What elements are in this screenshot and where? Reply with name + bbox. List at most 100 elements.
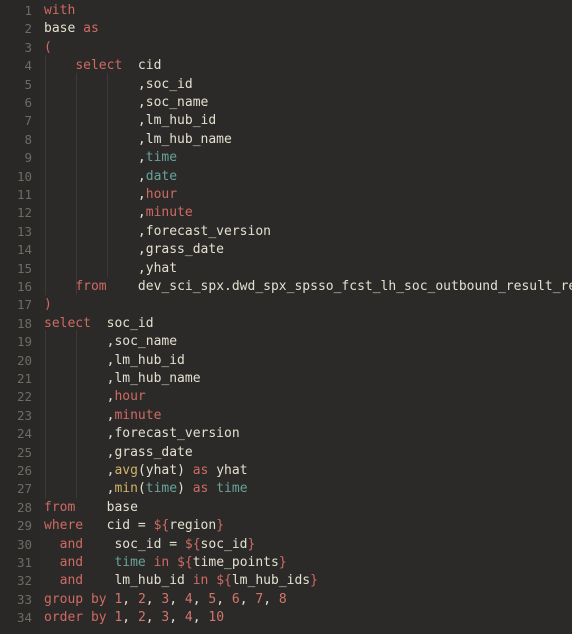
code-line[interactable]: ) (44, 296, 52, 314)
code-token: where (44, 518, 84, 534)
code-token: , (169, 591, 185, 607)
code-token: } (310, 573, 318, 589)
code-token: soc_id = (83, 536, 185, 552)
code-token: ,soc_id (44, 76, 193, 92)
code-token: , (145, 610, 162, 626)
code-line[interactable]: ,hour (44, 186, 177, 204)
code-token: ,soc_name (44, 95, 209, 110)
code-line[interactable]: ,minute (44, 204, 193, 222)
code-token: ,forecast_version (44, 223, 271, 239)
code-token: region (169, 518, 217, 534)
code-token: in (153, 555, 170, 570)
code-token: ${ (153, 518, 170, 534)
code-token: ,yhat (44, 260, 178, 276)
code-token: from (75, 279, 107, 294)
code-token: soc_id (200, 536, 248, 552)
code-token: } (216, 518, 225, 534)
code-line[interactable]: ,grass_date (44, 444, 193, 462)
code-token: base (44, 21, 84, 37)
code-line[interactable]: ,hour (44, 388, 146, 406)
code-token: lm_hub_ids (231, 573, 311, 589)
code-token: ) (177, 481, 193, 497)
code-line[interactable]: ,min(time) as time (44, 480, 248, 498)
code-token: 8 (278, 591, 287, 607)
code-token: in (192, 573, 209, 589)
code-line[interactable]: ,forecast_version (44, 223, 271, 241)
code-token: time (216, 481, 248, 497)
code-token: , (192, 591, 209, 607)
code-line[interactable]: from base (44, 499, 138, 517)
code-line[interactable]: ,soc_name (44, 94, 208, 112)
code-token: from (44, 499, 76, 515)
code-token: , (44, 168, 146, 184)
code-token: 10 (208, 610, 225, 626)
code-token: lm_hub_id (83, 573, 193, 589)
code-content-area[interactable]: with base as( select cid ,soc_id ,soc_nam… (0, 0, 572, 634)
code-token: cid (122, 58, 162, 74)
code-token: minute (145, 205, 193, 221)
code-token: order by (44, 610, 115, 626)
code-line[interactable]: ,avg(yhat) as yhat (44, 462, 248, 480)
code-line[interactable]: ,forecast_version (44, 425, 240, 443)
code-token: , (44, 205, 146, 221)
code-token: ( (137, 481, 146, 497)
code-token: ,lm_hub_id (44, 352, 185, 368)
code-token: time (114, 555, 146, 570)
code-line[interactable]: ,time (44, 149, 177, 167)
code-token: , (44, 463, 115, 478)
code-line[interactable]: base as (44, 20, 99, 38)
code-line[interactable]: ,lm_hub_id (44, 112, 216, 130)
code-token: as (192, 463, 209, 478)
code-line[interactable]: group by 1, 2, 3, 4, 5, 6, 7, 8 (44, 591, 287, 609)
code-line[interactable]: ,grass_date (44, 241, 224, 259)
code-line[interactable]: ,date (44, 168, 177, 186)
code-line[interactable]: ,soc_name (44, 333, 177, 351)
code-token: , (122, 591, 138, 607)
code-line[interactable]: ,lm_hub_id (44, 352, 185, 370)
code-line[interactable]: ( (44, 39, 52, 57)
code-line[interactable]: and time in ${time_points} (44, 554, 287, 572)
code-token: , (44, 389, 115, 405)
code-token: } (278, 555, 287, 570)
code-token: , (192, 610, 209, 626)
code-token: ,lm_hub_name (44, 131, 232, 147)
code-token: soc_id (90, 315, 154, 331)
code-token: date (145, 168, 178, 184)
code-line[interactable]: order by 1, 2, 3, 4, 10 (44, 609, 224, 627)
code-token: 2 (137, 610, 146, 626)
code-line[interactable]: ,lm_hub_name (44, 131, 232, 149)
code-token: minute (114, 407, 162, 423)
code-token: time_points (192, 555, 279, 570)
code-line[interactable]: where cid = ${region} (44, 517, 224, 535)
code-token: and (59, 555, 84, 570)
code-line[interactable]: select soc_id (44, 315, 154, 333)
code-line[interactable]: and lm_hub_id in ${lm_hub_ids} (44, 572, 318, 590)
code-line[interactable]: with (44, 2, 75, 20)
code-token: ,forecast_version (44, 426, 240, 442)
code-line[interactable]: from dev_sci_spx.dwd_spx_spsso_fcst_lh_s… (44, 278, 572, 296)
code-token: , (145, 591, 162, 607)
code-line[interactable]: ,yhat (44, 260, 177, 278)
code-token: , (44, 481, 115, 497)
code-token: avg (114, 463, 138, 478)
sql-code-editor[interactable]: 1 2 3 4 5 6 7 8 9 10 11 12 13 14 15 16 17 18 19 20 21 22 23 24 2… (0, 0, 572, 634)
code-token: ,lm_hub_name (44, 371, 201, 386)
code-token: ) (44, 297, 52, 313)
code-token: as (83, 21, 99, 37)
code-line[interactable]: ,lm_hub_name (44, 370, 201, 388)
code-line[interactable]: and soc_id = ${soc_id} (44, 536, 256, 554)
code-token: 4 (184, 610, 193, 626)
code-line[interactable]: ,soc_id (44, 76, 193, 94)
code-token: , (216, 591, 232, 607)
code-line[interactable]: ,minute (44, 407, 162, 425)
code-token: , (169, 610, 185, 626)
code-token: ${ (216, 573, 232, 589)
code-token: , (122, 610, 138, 626)
code-line[interactable]: select cid (44, 57, 161, 75)
code-token: ( (44, 39, 52, 55)
